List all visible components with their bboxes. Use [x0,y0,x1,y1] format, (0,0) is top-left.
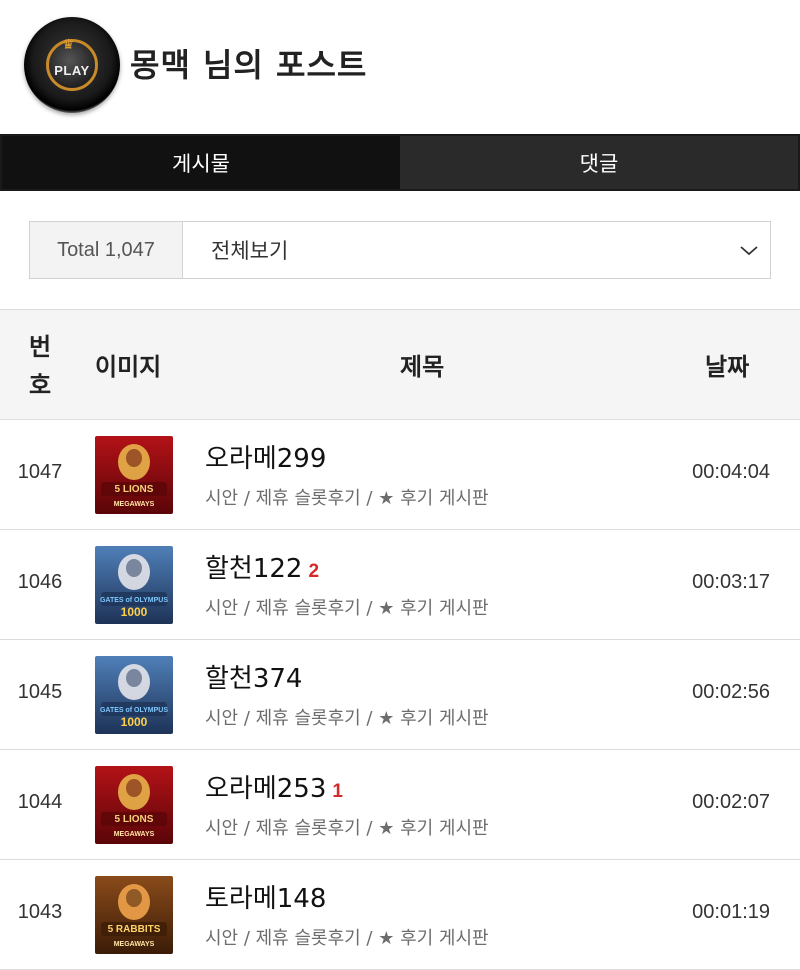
category-select-value: 전체보기 [211,239,289,263]
page-title: 몽맥 님의 포스트 [130,46,368,84]
column-header-date: 날짜 [705,353,750,381]
game-logo-line1: GATES of OLYMPUS [100,597,168,604]
row-title[interactable]: 할천374 [205,658,308,695]
game-logo-line1: 5 LIONS [115,484,154,495]
column-header-number-line2: 호 [28,371,52,399]
tab-comments[interactable]: 댓글 [400,136,798,189]
row-number: 1043 [17,901,63,923]
tab-posts[interactable]: 게시물 [2,136,400,189]
total-count: Total 1,047 [30,222,183,278]
row-number: 1047 [17,461,63,483]
row-title[interactable]: 오라메253 1 [205,768,343,805]
game-logo-line1: GATES of OLYMPUS [100,707,168,714]
game-artwork: 5 RABBITS MEGAWAYS [95,876,173,954]
game-logo-line2: 1000 [121,605,148,619]
column-header-number-line1: 번 [28,333,52,361]
row-thumbnail[interactable]: GATES of OLYMPUS 1000 [95,546,173,624]
game-artwork: 5 LIONS MEGAWAYS [95,436,173,514]
game-logo-line1: 5 LIONS [115,814,154,825]
column-header-title: 제목 [400,353,445,381]
row-category: 시안 / 제휴 슬롯후기 / ★ 후기 게시판 [205,928,489,949]
table-header: 번 호 이미지 제목 날짜 [0,309,800,420]
game-logo-line2: 1000 [121,715,148,729]
game-logo-line2: MEGAWAYS [114,941,155,948]
row-category: 시안 / 제휴 슬롯후기 / ★ 후기 게시판 [205,598,489,619]
filter-bar: Total 1,047 전체보기 [29,221,771,279]
row-date: 00:02:56 [692,681,770,703]
row-category: 시안 / 제휴 슬롯후기 / ★ 후기 게시판 [205,488,489,509]
row-title[interactable]: 토라메148 [205,878,332,915]
row-title-text: 할천374 [205,664,303,694]
row-title-text: 토라메148 [205,884,327,914]
category-select[interactable]: 전체보기 [183,222,770,278]
row-category: 시안 / 제휴 슬롯후기 / ★ 후기 게시판 [205,708,489,729]
game-logo-line2: MEGAWAYS [114,831,155,838]
row-thumbnail[interactable]: GATES of OLYMPUS 1000 [95,656,173,734]
chevron-down-icon [740,246,758,256]
avatar[interactable]: ♛ PLAY [24,17,120,113]
column-header-number: 번 호 [0,328,80,404]
tab-bar: 게시물 댓글 [0,134,800,191]
row-title-text: 오라메253 [205,774,327,804]
row-date: 00:03:17 [692,571,770,593]
game-artwork: GATES of OLYMPUS1000 [95,546,173,624]
row-number: 1044 [17,791,63,813]
game-artwork: GATES of OLYMPUS1000 [95,656,173,734]
row-title-text: 할천122 [205,554,303,584]
table-row[interactable]: 1044 5 LIONS MEGAWAYS 오라메253 1 시안 / 제휴 슬롯후… [0,750,800,860]
row-thumbnail[interactable]: 5 LIONS MEGAWAYS [95,766,173,844]
row-date: 00:02:07 [692,791,770,813]
row-thumbnail[interactable]: 5 RABBITS MEGAWAYS [95,876,173,954]
comment-count-badge: 2 [308,561,320,582]
row-number: 1045 [17,681,63,703]
column-header-image: 이미지 [95,353,162,381]
table-row[interactable]: 1046 GATES of OLYMPUS 1000 할천122 2 시안 / 제휴… [0,530,800,640]
game-artwork: 5 LIONS MEGAWAYS [95,766,173,844]
table-row[interactable]: 1047 5 LIONS MEGAWAYS 오라메299 시안 / 제휴 슬롯후기… [0,420,800,530]
row-thumbnail[interactable]: 5 LIONS MEGAWAYS [95,436,173,514]
row-title[interactable]: 오라메299 [205,438,332,475]
post-header: ♛ PLAY 몽맥 님의 포스트 [0,0,800,134]
comment-count-badge: 1 [332,781,343,802]
crown-icon: ♛ [62,37,75,53]
row-category: 시안 / 제휴 슬롯후기 / ★ 후기 게시판 [205,818,489,839]
row-number: 1046 [17,571,63,593]
avatar-logo-text: PLAY [54,63,90,78]
table-row[interactable]: 1043 5 RABBITS MEGAWAYS 토라메148 시안 / 제휴 슬롯… [0,860,800,970]
game-logo-line1: 5 RABBITS [108,924,161,935]
row-date: 00:04:04 [692,461,770,483]
row-date: 00:01:19 [692,901,770,923]
row-title[interactable]: 할천122 2 [205,548,319,585]
game-logo-line2: MEGAWAYS [114,501,155,508]
table-row[interactable]: 1045 GATES of OLYMPUS 1000 할천374 시안 / 제휴 … [0,640,800,750]
row-title-text: 오라메299 [205,444,327,474]
